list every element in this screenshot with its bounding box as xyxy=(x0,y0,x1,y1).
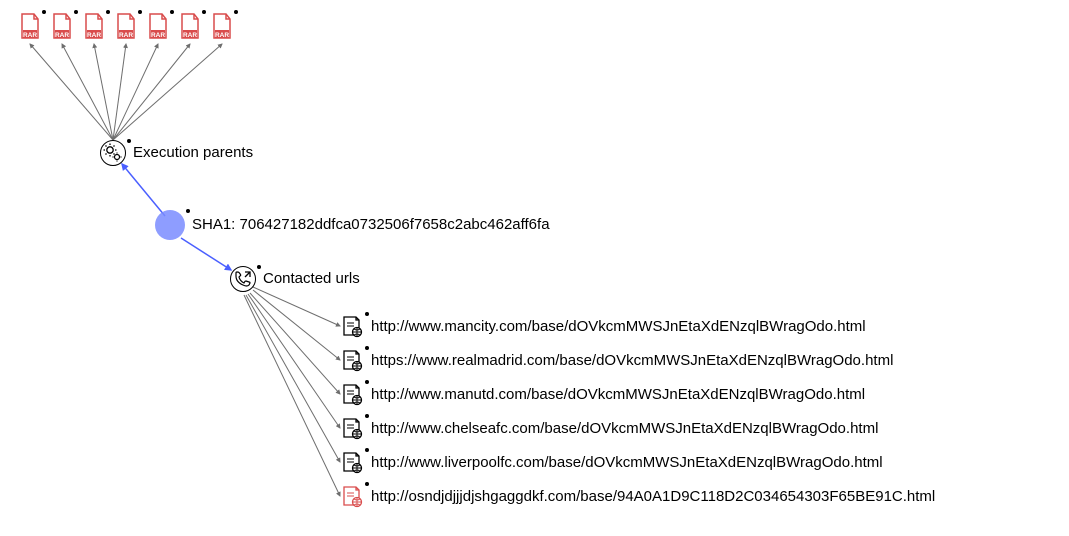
sha1-label: SHA1: 706427182ddfca0732506f7658c2abc462… xyxy=(192,216,550,233)
rar-file-node[interactable]: RAR xyxy=(114,12,138,40)
gears-icon xyxy=(101,141,125,165)
rar-file-node[interactable]: RAR xyxy=(178,12,202,40)
url-label: http://www.mancity.com/base/dOVkcmMWSJnE… xyxy=(371,318,866,335)
rar-file-node[interactable]: RAR xyxy=(82,12,106,40)
expand-dot[interactable] xyxy=(127,139,131,143)
expand-dot[interactable] xyxy=(202,10,206,14)
svg-text:RAR: RAR xyxy=(119,32,133,39)
expand-dot[interactable] xyxy=(257,265,261,269)
url-label: http://osndjdjjjdjshgaggdkf.com/base/94A… xyxy=(371,488,935,505)
expand-dot[interactable] xyxy=(74,10,78,14)
url-node[interactable] xyxy=(340,348,364,372)
url-label: http://www.chelseafc.com/base/dOVkcmMWSJ… xyxy=(371,420,878,437)
phone-out-icon xyxy=(231,267,255,291)
expand-dot[interactable] xyxy=(365,482,369,486)
expand-dot[interactable] xyxy=(365,346,369,350)
url-node[interactable] xyxy=(340,450,364,474)
expand-dot[interactable] xyxy=(234,10,238,14)
expand-dot[interactable] xyxy=(365,414,369,418)
rar-file-node[interactable]: RAR xyxy=(50,12,74,40)
webpage-malicious-icon xyxy=(340,484,364,508)
contacted-urls-label: Contacted urls xyxy=(263,270,360,287)
contacted-urls-node[interactable] xyxy=(230,266,256,292)
svg-text:RAR: RAR xyxy=(183,32,197,39)
svg-text:RAR: RAR xyxy=(215,32,229,39)
url-node[interactable] xyxy=(340,382,364,406)
expand-dot[interactable] xyxy=(365,312,369,316)
webpage-icon xyxy=(340,450,364,474)
url-label: http://www.manutd.com/base/dOVkcmMWSJnEt… xyxy=(371,386,865,403)
rar-file-node[interactable]: RAR xyxy=(146,12,170,40)
svg-text:RAR: RAR xyxy=(23,32,37,39)
rar-file-node[interactable]: RAR xyxy=(18,12,42,40)
svg-text:RAR: RAR xyxy=(151,32,165,39)
webpage-icon xyxy=(340,348,364,372)
sha1-node[interactable] xyxy=(155,210,185,240)
url-node-malicious[interactable] xyxy=(340,484,364,508)
webpage-icon xyxy=(340,416,364,440)
url-label: https://www.realmadrid.com/base/dOVkcmMW… xyxy=(371,352,893,369)
expand-dot[interactable] xyxy=(186,209,190,213)
expand-dot[interactable] xyxy=(365,380,369,384)
expand-dot[interactable] xyxy=(106,10,110,14)
execution-parents-label: Execution parents xyxy=(133,144,253,161)
execution-parents-node[interactable] xyxy=(100,140,126,166)
expand-dot[interactable] xyxy=(138,10,142,14)
svg-text:RAR: RAR xyxy=(55,32,69,39)
webpage-icon xyxy=(340,314,364,338)
webpage-icon xyxy=(340,382,364,406)
expand-dot[interactable] xyxy=(42,10,46,14)
rar-file-node[interactable]: RAR xyxy=(210,12,234,40)
url-label: http://www.liverpoolfc.com/base/dOVkcmMW… xyxy=(371,454,883,471)
svg-text:RAR: RAR xyxy=(87,32,101,39)
expand-dot[interactable] xyxy=(170,10,174,14)
expand-dot[interactable] xyxy=(365,448,369,452)
url-node[interactable] xyxy=(340,314,364,338)
url-node[interactable] xyxy=(340,416,364,440)
